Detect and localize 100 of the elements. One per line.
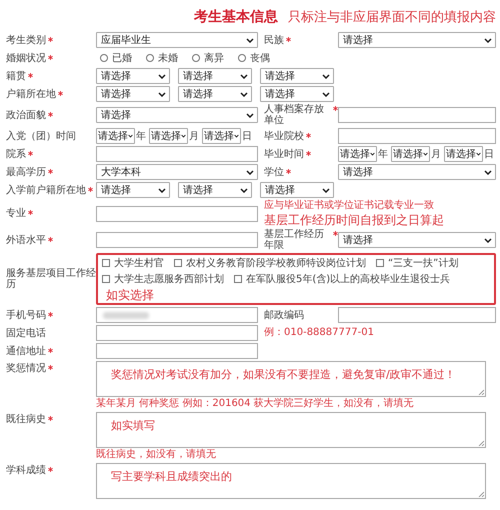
dropdown[interactable]: 请选择 [96, 128, 135, 144]
input-field[interactable] [96, 325, 258, 341]
dropdown[interactable]: 请选择 [96, 86, 170, 102]
radio-button[interactable] [192, 54, 200, 62]
hint-text: 应与毕业证书或学位证书记载专业一致 [264, 200, 435, 212]
field-label: 学科成绩 [6, 465, 46, 476]
chevron-down-icon [476, 152, 481, 156]
date-unit: 日 [242, 130, 252, 143]
input-field[interactable] [338, 128, 496, 144]
input-field[interactable] [96, 343, 258, 359]
field-label: 入党（团）时间 [6, 130, 76, 142]
chevron-down-icon [484, 38, 492, 42]
radio-label: 未婚 [158, 52, 178, 65]
dropdown[interactable]: 请选择 [338, 32, 496, 48]
checkbox[interactable] [234, 275, 242, 283]
text-area[interactable]: 奖惩情况对考试没有加分，如果没有不要捏造，避免复审/政审不通过！ [96, 361, 486, 397]
dropdown[interactable]: 请选择 [260, 68, 334, 84]
dropdown[interactable]: 请选择 [338, 146, 377, 162]
date-unit: 月 [189, 130, 199, 143]
dropdown[interactable]: 大学本科 [96, 164, 258, 180]
input-field[interactable] [96, 232, 258, 248]
input-field[interactable] [96, 307, 258, 323]
dropdown[interactable]: 请选择 [338, 232, 496, 248]
chevron-down-icon [240, 92, 248, 96]
input-field[interactable] [338, 307, 496, 323]
checkbox[interactable] [376, 259, 384, 267]
chevron-down-icon [234, 134, 239, 138]
field-label: 服务基层项目工作经历 [6, 268, 96, 290]
field-label: 户籍所在地 [6, 88, 56, 100]
field-label: 通信地址 [6, 346, 46, 356]
field-label: 专业 [6, 208, 26, 219]
input-field[interactable] [96, 206, 258, 222]
field-label: 婚姻状况 [6, 52, 46, 64]
chevron-down-icon [484, 170, 492, 174]
field-label: 最高学历 [6, 166, 46, 178]
checkbox[interactable] [174, 259, 182, 267]
field-label: 籍贯 [6, 70, 26, 82]
radio-button[interactable] [100, 54, 108, 62]
dropdown[interactable]: 请选择 [260, 182, 334, 198]
date-unit: 日 [484, 148, 494, 161]
checkbox-label: 大学生志愿服务西部计划 [114, 272, 224, 286]
field-label: 毕业时间 [264, 148, 304, 160]
chevron-down-icon [322, 74, 330, 78]
chevron-down-icon [423, 152, 428, 156]
hint-text: 既往病史，如没有，请填无 [96, 449, 217, 461]
chevron-down-icon [484, 238, 492, 242]
dropdown[interactable]: 请选择 [202, 128, 241, 144]
annotation-note: 如实填写 [111, 419, 155, 433]
radio-label: 丧偶 [250, 52, 270, 65]
resize-grip-icon [478, 389, 484, 395]
field-label: 人事档案存放单位 [264, 104, 325, 126]
chevron-down-icon [246, 112, 254, 118]
field-label: 考生类别 [6, 34, 46, 46]
checkbox[interactable] [102, 275, 110, 283]
checkbox[interactable] [102, 259, 110, 267]
chevron-down-icon [322, 92, 330, 96]
field-label: 奖惩情况 [6, 363, 46, 374]
radio-button[interactable] [238, 54, 246, 62]
dropdown[interactable]: 请选择 [96, 68, 170, 84]
annotation-note: 写主要学科且成绩突出的 [111, 470, 232, 484]
field-label: 既往病史 [6, 414, 46, 425]
checkbox-label: “三支一扶”计划 [388, 256, 458, 270]
dropdown[interactable]: 请选择 [338, 164, 496, 180]
dropdown[interactable]: 应届毕业生 [96, 32, 258, 48]
dropdown[interactable]: 请选择 [178, 68, 252, 84]
field-label: 政治面貌 [6, 110, 46, 120]
dropdown[interactable]: 请选择 [444, 146, 483, 162]
input-field[interactable] [96, 146, 258, 162]
redacted-value [103, 312, 149, 318]
field-label: 学位 [264, 166, 284, 178]
field-label: 邮政编码 [264, 310, 304, 320]
annotation-note: 奖惩情况对考试没有加分，如果没有不要捏造，避免复审/政审不通过！ [111, 368, 456, 382]
chevron-down-icon [158, 188, 166, 192]
text-area[interactable]: 写主要学科且成绩突出的 [96, 463, 486, 499]
dropdown[interactable]: 请选择 [178, 86, 252, 102]
dropdown[interactable]: 请选择 [96, 182, 170, 198]
checkbox-label: 在军队服役5年(含)以上的高校毕业生退役士兵 [246, 272, 450, 286]
field-label: 固定电话 [6, 328, 46, 338]
field-label: 民族 [264, 34, 284, 46]
chevron-down-icon [370, 152, 375, 156]
dropdown[interactable]: 请选择 [149, 128, 188, 144]
input-field[interactable] [338, 107, 496, 123]
dropdown[interactable]: 请选择 [260, 86, 334, 102]
chevron-down-icon [246, 38, 254, 42]
field-label: 入学前户籍所在地 [6, 184, 86, 196]
radio-label: 已婚 [112, 52, 132, 65]
chevron-down-icon [158, 92, 166, 96]
chevron-down-icon [246, 170, 254, 174]
dropdown[interactable]: 请选择 [96, 107, 258, 123]
field-label: 外语水平 [6, 234, 46, 246]
field-label: 手机号码 [6, 310, 46, 320]
radio-label: 离异 [204, 52, 224, 65]
dropdown[interactable]: 请选择 [391, 146, 430, 162]
resize-grip-icon [478, 491, 484, 497]
resize-grip-icon [478, 440, 484, 446]
radio-button[interactable] [146, 54, 154, 62]
hint-text: 例：010-88887777-01 [264, 327, 375, 339]
text-area[interactable]: 如实填写 [96, 412, 486, 448]
dropdown[interactable]: 请选择 [178, 182, 252, 198]
field-label: 毕业院校 [264, 130, 304, 142]
